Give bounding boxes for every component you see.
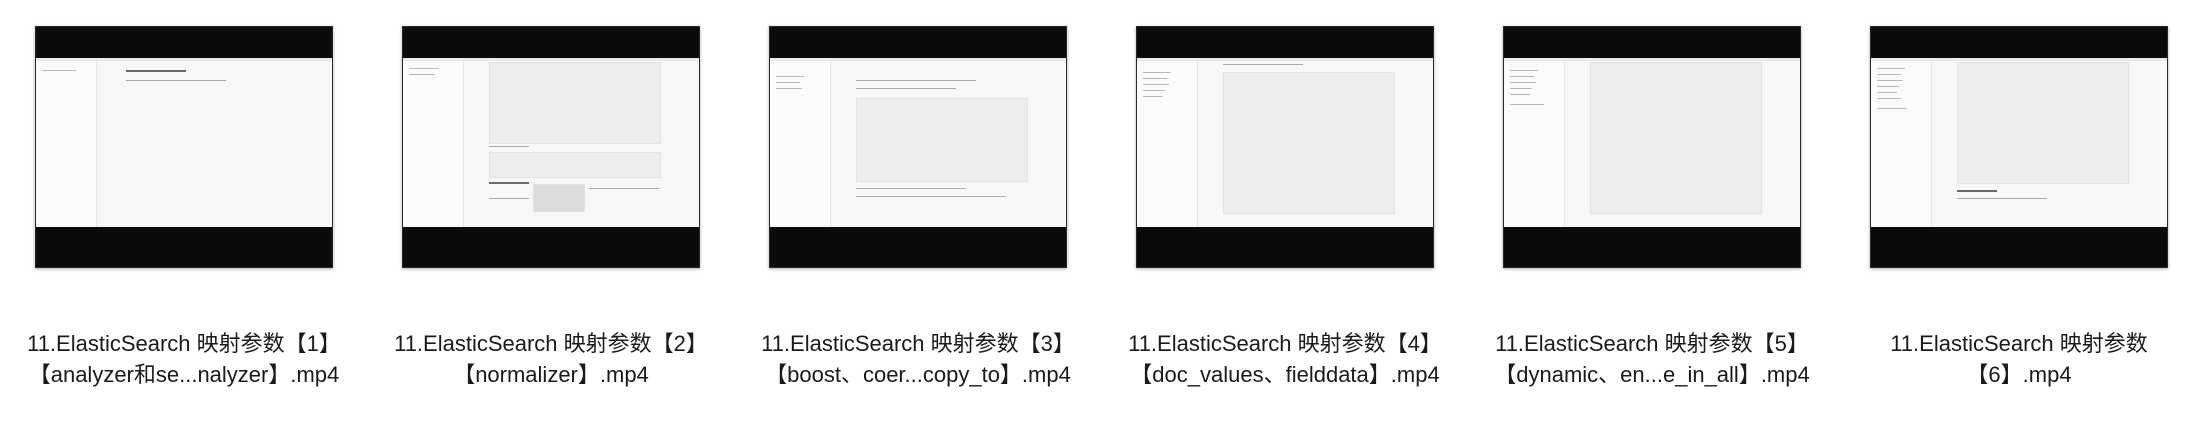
thumbnail-screen xyxy=(770,58,1066,227)
video-file-item[interactable]: 11.ElasticSearch 映射参数 【6】.mp4 xyxy=(1835,0,2202,424)
video-file-item[interactable]: 11.ElasticSearch 映射参数【1】 【analyzer和se...… xyxy=(0,0,368,424)
file-name[interactable]: 11.ElasticSearch 映射参数【1】 【analyzer和se...… xyxy=(0,328,368,390)
file-name[interactable]: 11.ElasticSearch 映射参数 【6】.mp4 xyxy=(1835,328,2202,390)
file-name-line1: 11.ElasticSearch 映射参数【1】 xyxy=(27,331,341,356)
file-name-line2: 【normalizer】.mp4 xyxy=(453,362,649,387)
video-thumbnail[interactable] xyxy=(402,26,700,268)
video-thumbnail[interactable] xyxy=(1503,26,1801,268)
file-name-line1: 11.ElasticSearch 映射参数【5】 xyxy=(1495,331,1809,356)
file-name-line2: 【doc_values、fielddata】.mp4 xyxy=(1130,362,1440,387)
file-name-line2: 【analyzer和se...nalyzer】.mp4 xyxy=(28,362,340,387)
thumbnail-screen xyxy=(1871,58,2167,227)
thumbnail-screen xyxy=(36,58,332,227)
video-thumbnail[interactable] xyxy=(769,26,1067,268)
file-name-line1: 11.ElasticSearch 映射参数【3】 xyxy=(761,331,1075,356)
file-name-line1: 11.ElasticSearch 映射参数【2】 xyxy=(394,331,708,356)
file-name[interactable]: 11.ElasticSearch 映射参数【2】 【normalizer】.mp… xyxy=(367,328,735,390)
video-thumbnail[interactable] xyxy=(35,26,333,268)
file-name-line2: 【6】.mp4 xyxy=(1966,362,2072,387)
video-file-item[interactable]: 11.ElasticSearch 映射参数【3】 【boost、coer...c… xyxy=(734,0,1102,424)
file-name[interactable]: 11.ElasticSearch 映射参数【3】 【boost、coer...c… xyxy=(734,328,1102,390)
video-file-item[interactable]: 11.ElasticSearch 映射参数【2】 【normalizer】.mp… xyxy=(367,0,735,424)
file-grid: 11.ElasticSearch 映射参数【1】 【analyzer和se...… xyxy=(0,0,2202,424)
video-thumbnail[interactable] xyxy=(1136,26,1434,268)
video-file-item[interactable]: 11.ElasticSearch 映射参数【4】 【doc_values、fie… xyxy=(1101,0,1469,424)
video-file-item[interactable]: 11.ElasticSearch 映射参数【5】 【dynamic、en...e… xyxy=(1468,0,1836,424)
video-thumbnail[interactable] xyxy=(1870,26,2168,268)
file-name-line2: 【dynamic、en...e_in_all】.mp4 xyxy=(1494,362,1810,387)
thumbnail-screen xyxy=(1137,58,1433,227)
file-name[interactable]: 11.ElasticSearch 映射参数【4】 【doc_values、fie… xyxy=(1101,328,1469,390)
file-name-line1: 11.ElasticSearch 映射参数【4】 xyxy=(1128,331,1442,356)
thumbnail-screen xyxy=(403,58,699,227)
file-name[interactable]: 11.ElasticSearch 映射参数【5】 【dynamic、en...e… xyxy=(1468,328,1836,390)
thumbnail-screen xyxy=(1504,58,1800,227)
file-name-line2: 【boost、coer...copy_to】.mp4 xyxy=(765,362,1071,387)
file-name-line1: 11.ElasticSearch 映射参数 xyxy=(1890,331,2148,356)
